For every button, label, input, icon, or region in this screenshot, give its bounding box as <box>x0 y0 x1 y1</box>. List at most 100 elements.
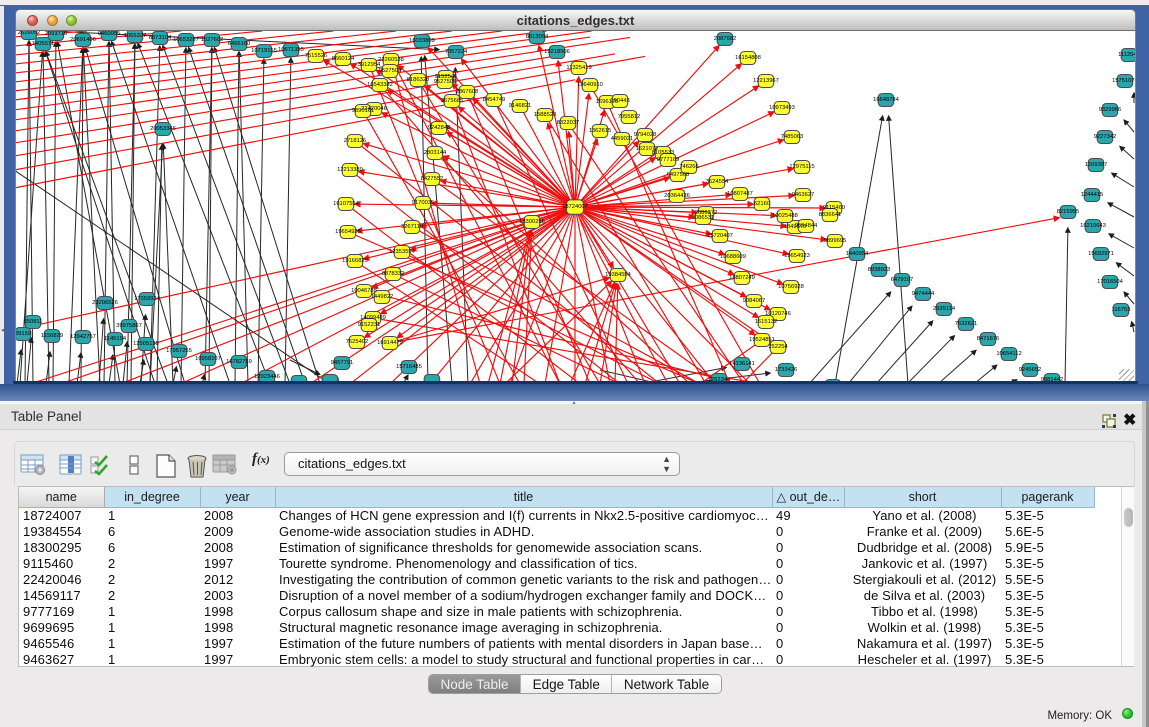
svg-text:10807487: 10807487 <box>727 191 753 197</box>
svg-text:9474444: 9474444 <box>912 291 935 297</box>
svg-text:10025488: 10025488 <box>772 213 798 219</box>
svg-text:1145194: 1145194 <box>104 336 127 342</box>
svg-text:9527505: 9527505 <box>434 79 457 85</box>
svg-text:1362615: 1362615 <box>589 128 612 134</box>
svg-text:18807249: 18807249 <box>729 275 755 281</box>
svg-text:8322037: 8322037 <box>557 120 580 126</box>
svg-text:16107554: 16107554 <box>333 201 360 207</box>
svg-text:39159: 39159 <box>16 331 31 337</box>
svg-text:16914479: 16914479 <box>377 340 403 346</box>
svg-text:9594844: 9594844 <box>795 223 818 229</box>
svg-text:2718126: 2718126 <box>344 138 367 144</box>
svg-text:8427552: 8427552 <box>421 176 444 182</box>
svg-text:8215955: 8215955 <box>1057 209 1080 215</box>
svg-text:9329966: 9329966 <box>1099 107 1122 113</box>
svg-text:7515526: 7515526 <box>305 53 328 59</box>
svg-text:20691406: 20691406 <box>70 37 96 43</box>
svg-text:116753: 116753 <box>1112 307 1131 313</box>
svg-text:15716485: 15716485 <box>396 364 422 370</box>
svg-text:14099489: 14099489 <box>360 315 386 321</box>
svg-text:20206526: 20206526 <box>92 300 118 306</box>
svg-text:7632621: 7632621 <box>955 321 978 327</box>
svg-text:1527602: 1527602 <box>201 37 224 43</box>
svg-text:12923446: 12923446 <box>254 374 280 380</box>
svg-text:12213967: 12213967 <box>753 78 779 84</box>
svg-text:8186328: 8186328 <box>407 77 430 83</box>
svg-text:12975115: 12975115 <box>789 164 814 170</box>
svg-text:8454749: 8454749 <box>483 97 506 103</box>
svg-text:15692971: 15692971 <box>1088 251 1114 257</box>
svg-text:1440954: 1440954 <box>846 251 869 257</box>
svg-text:9170035: 9170035 <box>412 200 435 206</box>
svg-text:9899695: 9899695 <box>824 238 847 244</box>
svg-text:1615132: 1615132 <box>755 319 778 325</box>
svg-text:9242848: 9242848 <box>428 125 451 131</box>
svg-text:15720407: 15720407 <box>707 233 733 239</box>
svg-text:1209387: 1209387 <box>1085 162 1108 168</box>
svg-text:16210643: 16210643 <box>1080 223 1106 229</box>
svg-text:1065327: 1065327 <box>124 33 147 39</box>
svg-text:20053346: 20053346 <box>150 126 176 132</box>
svg-text:19166825: 19166825 <box>342 258 368 264</box>
svg-text:9152231: 9152231 <box>358 322 381 328</box>
svg-text:3267110: 3267110 <box>401 224 423 230</box>
svg-text:8660124: 8660124 <box>332 56 355 62</box>
svg-text:746266: 746266 <box>679 164 698 170</box>
svg-text:62160: 62160 <box>754 201 770 207</box>
svg-text:12505135: 12505135 <box>133 341 159 347</box>
svg-text:12942757: 12942757 <box>70 334 96 340</box>
svg-text:9463627: 9463627 <box>792 192 815 198</box>
svg-text:8878332: 8878332 <box>382 271 405 277</box>
svg-text:15751074: 15751074 <box>1112 78 1136 84</box>
svg-text:20364436: 20364436 <box>664 193 690 199</box>
svg-text:2803144: 2803144 <box>424 150 447 156</box>
svg-text:6497568: 6497568 <box>667 172 690 178</box>
svg-text:252254: 252254 <box>768 344 788 350</box>
svg-text:1733426: 1733426 <box>775 367 798 373</box>
svg-text:19524851: 19524851 <box>749 337 775 343</box>
svg-text:3675685: 3675685 <box>441 98 464 104</box>
svg-text:9227342: 9227342 <box>1094 134 1117 140</box>
svg-text:2093716: 2093716 <box>45 31 68 37</box>
svg-text:10688609: 10688609 <box>720 254 746 260</box>
svg-text:18300295: 18300295 <box>519 219 545 225</box>
svg-text:9890161: 9890161 <box>352 108 375 114</box>
svg-text:17016504: 17016504 <box>1097 279 1124 285</box>
svg-text:1244415: 1244415 <box>1081 192 1104 198</box>
svg-text:4459021: 4459021 <box>611 136 634 142</box>
svg-text:7955812: 7955812 <box>618 114 641 120</box>
svg-text:2087682: 2087682 <box>714 36 737 42</box>
svg-text:9777169: 9777169 <box>657 157 680 163</box>
svg-text:8938923: 8938923 <box>868 267 891 273</box>
svg-text:9527500: 9527500 <box>379 68 402 74</box>
svg-text:16543382: 16543382 <box>367 82 393 88</box>
svg-text:18640910: 18640910 <box>577 82 603 88</box>
svg-text:16648784: 16648784 <box>873 97 900 103</box>
svg-text:10973493: 10973493 <box>769 105 795 111</box>
svg-text:1588520: 1588520 <box>534 112 557 118</box>
svg-text:3624554: 3624554 <box>706 179 729 185</box>
svg-text:10719155: 10719155 <box>251 48 277 54</box>
svg-text:2867608: 2867608 <box>456 89 479 95</box>
svg-text:8105533: 8105533 <box>652 150 675 156</box>
svg-text:190443: 190443 <box>610 98 629 104</box>
svg-text:19218506: 19218506 <box>544 49 570 55</box>
svg-text:9084067: 9084067 <box>743 298 766 304</box>
svg-text:10654112: 10654112 <box>996 351 1021 357</box>
svg-text:10653287: 10653287 <box>173 37 199 43</box>
svg-text:39975867: 39975867 <box>116 323 142 329</box>
svg-text:7485063: 7485063 <box>781 134 804 140</box>
svg-text:11325419: 11325419 <box>566 65 591 71</box>
svg-text:1449822: 1449822 <box>371 294 394 300</box>
svg-text:7625402: 7625402 <box>346 339 369 345</box>
svg-text:22260538: 22260538 <box>378 57 404 63</box>
svg-text:17957255: 17957255 <box>166 348 192 354</box>
svg-text:10958107: 10958107 <box>195 356 221 362</box>
svg-text:8836641: 8836641 <box>819 212 842 218</box>
svg-text:2086531: 2086531 <box>692 215 715 221</box>
svg-text:12213389: 12213389 <box>337 167 363 173</box>
svg-text:19654923: 19654923 <box>784 253 810 259</box>
svg-text:1405571: 1405571 <box>32 41 55 47</box>
svg-text:9460955: 9460955 <box>98 31 121 37</box>
svg-text:9457791: 9457791 <box>331 360 354 366</box>
